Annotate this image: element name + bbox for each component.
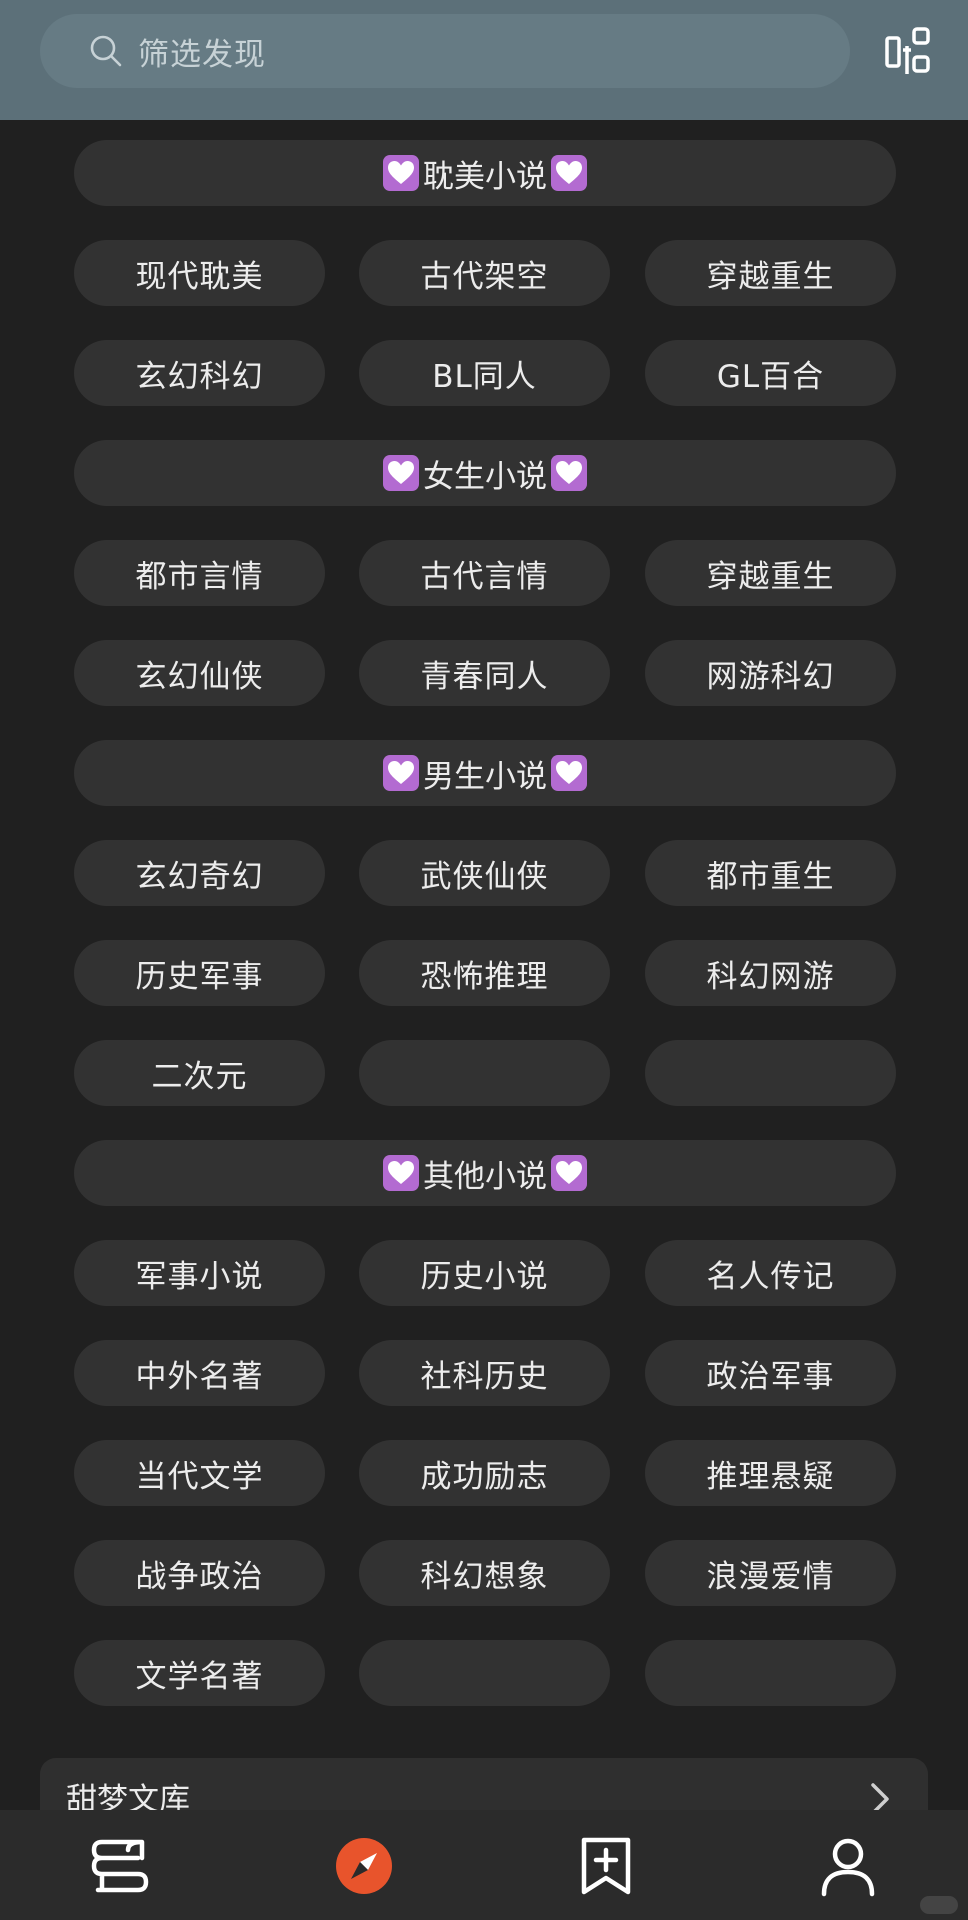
category-pill[interactable]: 玄幻仙侠 <box>74 640 325 706</box>
category-pill[interactable]: 文学名著 <box>74 1640 325 1706</box>
scan-icon[interactable] <box>884 26 934 76</box>
category-pill[interactable]: 青春同人 <box>359 640 610 706</box>
category-pill[interactable]: 推理悬疑 <box>645 1440 896 1506</box>
heart-icon <box>383 755 419 791</box>
category-pill[interactable]: 穿越重生 <box>645 540 896 606</box>
category-pill[interactable]: 成功励志 <box>359 1440 610 1506</box>
category-pill[interactable]: 历史军事 <box>74 940 325 1006</box>
bookshelf-icon[interactable] <box>88 1834 152 1898</box>
user-icon[interactable] <box>816 1834 880 1898</box>
top-bar: 筛选发现 <box>0 0 968 120</box>
category-pill[interactable]: 名人传记 <box>645 1240 896 1306</box>
section-header: 男生小说 <box>74 740 896 806</box>
heart-icon <box>551 155 587 191</box>
section-title: 女生小说 <box>423 458 547 495</box>
category-pill[interactable]: 恐怖推理 <box>359 940 610 1006</box>
search-placeholder: 筛选发现 <box>138 36 266 73</box>
heart-icon <box>551 755 587 791</box>
category-pill[interactable]: 军事小说 <box>74 1240 325 1306</box>
category-pill[interactable]: 浪漫爱情 <box>645 1540 896 1606</box>
category-pill[interactable]: 玄幻科幻 <box>74 340 325 406</box>
category-pill[interactable] <box>645 1040 896 1106</box>
category-pill[interactable] <box>359 1640 610 1706</box>
category-pill[interactable]: GL百合 <box>645 340 896 406</box>
category-pill[interactable]: 网游科幻 <box>645 640 896 706</box>
heart-icon <box>551 1155 587 1191</box>
heart-icon <box>383 155 419 191</box>
category-pill[interactable]: 历史小说 <box>359 1240 610 1306</box>
bookmark-add-icon[interactable] <box>574 1834 638 1898</box>
watermark-badge <box>920 1896 958 1914</box>
category-pill[interactable]: 科幻网游 <box>645 940 896 1006</box>
section-title: 耽美小说 <box>423 158 547 195</box>
category-pill[interactable]: 古代言情 <box>359 540 610 606</box>
category-pill[interactable]: 科幻想象 <box>359 1540 610 1606</box>
heart-icon <box>383 455 419 491</box>
bottom-nav <box>0 1810 968 1920</box>
heart-icon <box>551 455 587 491</box>
heart-icon <box>383 1155 419 1191</box>
category-pill[interactable] <box>645 1640 896 1706</box>
section-header: 耽美小说 <box>74 140 896 206</box>
category-pill[interactable]: BL同人 <box>359 340 610 406</box>
section-title: 男生小说 <box>423 758 547 795</box>
search-input[interactable]: 筛选发现 <box>40 14 850 88</box>
search-icon <box>90 35 122 67</box>
category-pill[interactable]: 二次元 <box>74 1040 325 1106</box>
category-pill[interactable]: 古代架空 <box>359 240 610 306</box>
category-pill[interactable]: 政治军事 <box>645 1340 896 1406</box>
category-pill[interactable] <box>359 1040 610 1106</box>
category-pill[interactable]: 当代文学 <box>74 1440 325 1506</box>
section-header: 女生小说 <box>74 440 896 506</box>
category-pill[interactable]: 社科历史 <box>359 1340 610 1406</box>
category-pill[interactable]: 战争政治 <box>74 1540 325 1606</box>
section-title: 其他小说 <box>423 1158 547 1195</box>
section-header: 其他小说 <box>74 1140 896 1206</box>
category-pill[interactable]: 武侠仙侠 <box>359 840 610 906</box>
compass-icon[interactable] <box>332 1834 396 1898</box>
category-pill[interactable]: 都市言情 <box>74 540 325 606</box>
category-pill[interactable]: 穿越重生 <box>645 240 896 306</box>
category-pill[interactable]: 中外名著 <box>74 1340 325 1406</box>
category-pill[interactable]: 现代耽美 <box>74 240 325 306</box>
category-pill[interactable]: 玄幻奇幻 <box>74 840 325 906</box>
category-pill[interactable]: 都市重生 <box>645 840 896 906</box>
